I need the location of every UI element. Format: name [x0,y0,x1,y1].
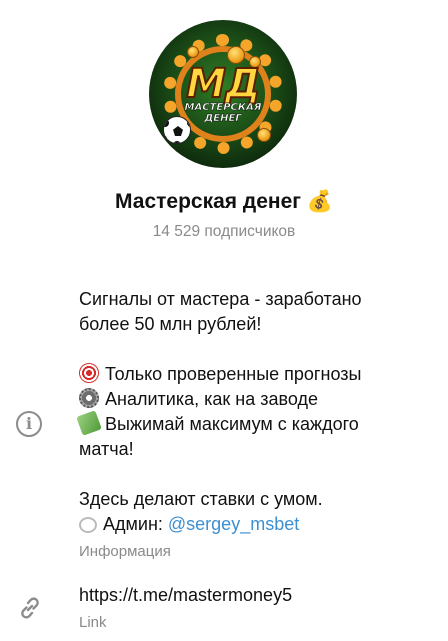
info-label: Информация [79,543,171,560]
admin-mention-link[interactable]: @sergey_msbet [168,514,299,534]
channel-avatar[interactable]: МД МАСТЕРСКАЯ ДЕНЕГ [149,20,297,168]
info-icon: i [16,411,42,437]
link-label: Link [79,614,107,631]
description-bullet: Выжимай максимум с каждого [76,410,429,437]
link-icon [21,597,39,619]
logo-text: МД [185,61,261,107]
description-bullet: Только проверенные прогнозы [79,362,429,387]
description-line: более 50 млн рублей! [79,314,262,334]
description-line: Сигналы от мастера - заработано [79,289,362,309]
coin-icon [187,46,199,58]
coin-icon [257,128,271,142]
description-line: матча! [79,439,134,459]
channel-title: Мастерская денег 💰 [115,190,333,213]
subscriber-count: 14 529 подписчиков [152,223,296,240]
target-icon [79,363,99,383]
money-icon [76,410,102,436]
description-line: Здесь делают ставки с умом. [79,489,323,509]
channel-link[interactable]: https://t.me/mastermoney5 [79,585,292,606]
soccer-ball-icon [163,116,191,144]
admin-line: Админ: @sergey_msbet [79,512,429,537]
channel-description: Сигналы от мастера - заработано более 50… [76,287,429,537]
description-bullet: Аналитика, как на заводе [79,387,429,412]
speech-bubble-icon [79,517,97,533]
gear-icon [79,388,99,408]
